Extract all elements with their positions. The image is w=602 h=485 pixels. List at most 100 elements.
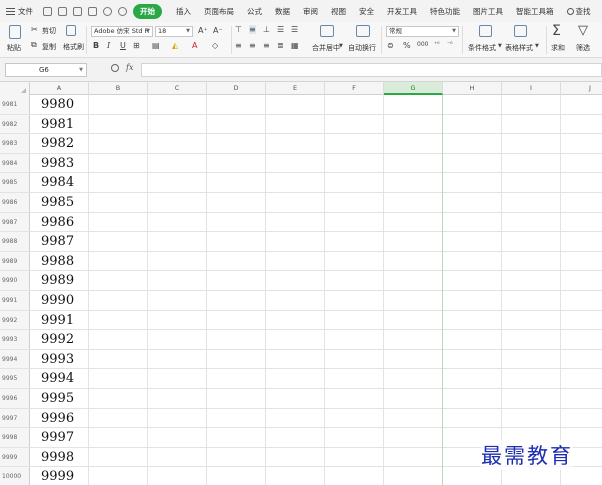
row-header[interactable]: 9996 xyxy=(0,389,30,408)
save-icon[interactable] xyxy=(43,6,52,16)
print-preview-icon[interactable] xyxy=(88,6,97,16)
row-header[interactable]: 9991 xyxy=(0,291,30,310)
cell-a[interactable]: 9994 xyxy=(41,369,74,388)
search-button[interactable]: 查找 xyxy=(566,6,591,17)
name-box[interactable]: G6 ▼ xyxy=(5,63,87,77)
print-icon[interactable] xyxy=(73,6,82,16)
cell-a[interactable]: 9999 xyxy=(41,467,74,485)
filter-icon[interactable]: ▽ xyxy=(578,23,588,38)
row-header[interactable]: 9990 xyxy=(0,271,30,290)
cell-a[interactable]: 9998 xyxy=(41,448,74,467)
cell-a[interactable]: 9984 xyxy=(41,173,74,192)
tab-home[interactable]: 开始 xyxy=(133,3,162,19)
indent-icon[interactable]: ☰ xyxy=(277,25,284,34)
tab-formulas[interactable]: 公式 xyxy=(247,6,262,17)
export-pdf-icon[interactable] xyxy=(58,6,67,16)
increase-decimal-icon[interactable]: ⁺⁰ xyxy=(434,41,440,48)
insert-function-button[interactable]: fx xyxy=(126,63,133,72)
column-header-j[interactable]: J xyxy=(561,82,602,95)
merge-center-icon[interactable] xyxy=(320,25,334,37)
cell-a[interactable]: 9985 xyxy=(41,193,74,212)
tab-security[interactable]: 安全 xyxy=(359,6,374,17)
row-header[interactable]: 9993 xyxy=(0,330,30,349)
sum-button[interactable]: 求和 xyxy=(551,43,565,53)
tab-developer[interactable]: 开发工具 xyxy=(387,6,417,17)
row-header[interactable]: 9982 xyxy=(0,114,30,134)
row-header[interactable]: 9988 xyxy=(0,232,30,251)
cell-a[interactable]: 9995 xyxy=(41,389,74,408)
fill-style-icon[interactable]: ▤ xyxy=(152,41,160,50)
zoom-icon[interactable] xyxy=(111,64,119,72)
redo-icon[interactable] xyxy=(118,6,127,16)
row-header[interactable]: 9994 xyxy=(0,349,30,369)
decrease-font-icon[interactable]: A⁻ xyxy=(213,26,223,35)
select-all-corner[interactable] xyxy=(0,82,30,95)
cell-a[interactable]: 9986 xyxy=(41,213,74,232)
cell-a[interactable]: 9981 xyxy=(41,115,74,134)
cell-a[interactable]: 9980 xyxy=(41,95,74,114)
border-icon[interactable]: ⊞ xyxy=(133,41,140,50)
underline-button[interactable]: U xyxy=(120,41,126,50)
chevron-down-icon[interactable]: ▼ xyxy=(498,43,502,49)
wrap-text-button[interactable]: 自动换行 xyxy=(348,43,376,53)
column-header-h[interactable]: H xyxy=(443,82,502,95)
currency-icon[interactable]: ⊜ xyxy=(387,41,394,50)
filter-button[interactable]: 筛选 xyxy=(576,43,590,53)
bold-button[interactable]: B xyxy=(93,41,99,50)
column-header-i[interactable]: I xyxy=(502,82,561,95)
cell-a[interactable]: 9991 xyxy=(41,311,74,330)
tab-insert[interactable]: 插入 xyxy=(176,6,191,17)
formula-input[interactable] xyxy=(141,63,602,77)
row-header[interactable]: 9983 xyxy=(0,134,30,153)
cut-button[interactable]: 剪切 xyxy=(42,26,56,36)
cell-a[interactable]: 9987 xyxy=(41,232,74,251)
tab-smart-toolbox[interactable]: 智能工具箱 xyxy=(516,6,554,17)
row-header[interactable]: 9985 xyxy=(0,173,30,192)
file-menu[interactable]: 文件 xyxy=(6,6,33,17)
chevron-down-icon[interactable]: ▼ xyxy=(535,43,539,49)
row-header[interactable]: 9984 xyxy=(0,153,30,173)
row-header[interactable]: 9986 xyxy=(0,193,30,212)
align-left-icon[interactable]: ≡ xyxy=(235,41,242,50)
cut-icon[interactable]: ✂ xyxy=(31,25,38,34)
tab-special-features[interactable]: 特色功能 xyxy=(430,6,460,17)
column-header-f[interactable]: F xyxy=(325,82,384,95)
copy-icon[interactable]: ⧉ xyxy=(31,40,37,50)
percent-icon[interactable]: % xyxy=(403,41,411,50)
align-bottom-icon[interactable]: ⊥ xyxy=(263,25,270,34)
row-header[interactable]: 9989 xyxy=(0,251,30,271)
column-header-c[interactable]: C xyxy=(148,82,207,95)
fill-color-icon[interactable]: ◭ xyxy=(172,41,178,50)
number-format-select[interactable]: 常规 ▼ xyxy=(386,26,459,37)
font-color-icon[interactable]: A xyxy=(192,41,197,50)
tab-view[interactable]: 视图 xyxy=(331,6,346,17)
conditional-format-button[interactable]: 条件格式 xyxy=(468,43,496,53)
table-style-icon[interactable] xyxy=(514,25,527,37)
chevron-down-icon[interactable]: ▼ xyxy=(339,43,343,49)
row-header[interactable]: 9995 xyxy=(0,369,30,388)
row-header[interactable]: 10000 xyxy=(0,467,30,485)
copy-button[interactable]: 复制 xyxy=(42,42,56,52)
column-header-g[interactable]: G xyxy=(384,82,443,95)
column-header-d[interactable]: D xyxy=(207,82,266,95)
row-header[interactable]: 9992 xyxy=(0,310,30,330)
cell-a[interactable]: 9993 xyxy=(41,350,74,369)
tab-data[interactable]: 数据 xyxy=(275,6,290,17)
align-top-icon[interactable]: ⊤ xyxy=(235,25,242,34)
outdent-icon[interactable]: ☰ xyxy=(291,25,298,34)
wrap-text-icon[interactable] xyxy=(356,25,370,37)
format-painter-button[interactable]: 格式刷 xyxy=(63,42,84,52)
conditional-format-icon[interactable] xyxy=(479,25,492,37)
align-right-icon[interactable]: ≡ xyxy=(263,41,270,50)
column-header-b[interactable]: B xyxy=(89,82,148,95)
row-header[interactable]: 9998 xyxy=(0,428,30,447)
tab-review[interactable]: 审阅 xyxy=(303,6,318,17)
format-painter-icon[interactable] xyxy=(66,25,76,36)
font-size-select[interactable]: 18 ▼ xyxy=(155,26,193,37)
font-name-select[interactable]: Adobe 仿宋 Std R ▼ xyxy=(91,26,153,37)
cell-a[interactable]: 9983 xyxy=(41,154,74,173)
cell-a[interactable]: 9996 xyxy=(41,409,74,428)
column-header-a[interactable]: A xyxy=(30,82,89,95)
align-middle-icon[interactable]: ≡ xyxy=(249,25,256,34)
justify-icon[interactable]: ≣ xyxy=(277,41,284,50)
